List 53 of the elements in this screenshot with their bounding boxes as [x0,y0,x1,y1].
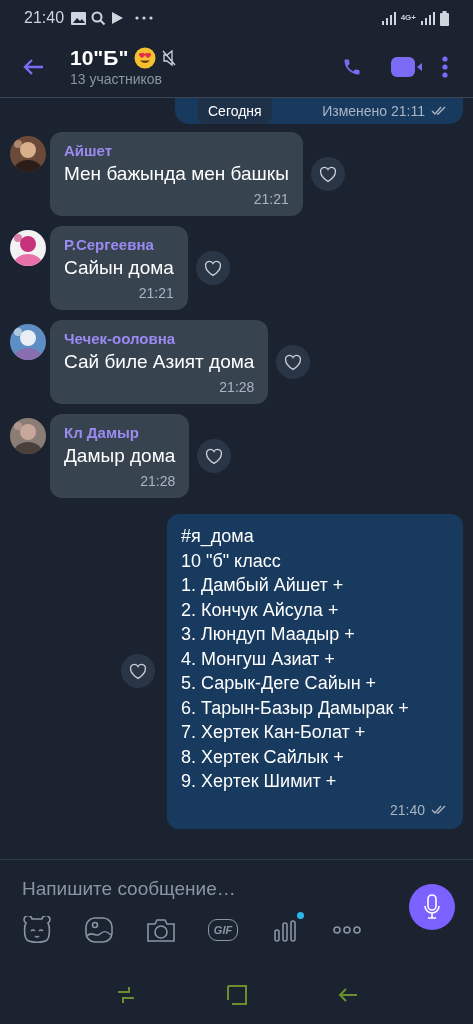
camera-icon [145,916,177,944]
image-icon [84,916,114,944]
gif-tool-button[interactable]: GIF [200,912,246,948]
message-text: Сайын дома [64,256,174,280]
image-icon [71,11,87,25]
home-square-icon [226,985,247,1005]
sender-name: Р.Сергеевна [64,235,155,255]
like-button[interactable] [195,251,230,285]
sender-name: Кл Дамыр [64,423,140,443]
message-time: 21:28 [140,472,176,491]
chat-title: 10"Б" [70,45,129,70]
bar-chart-icon [272,917,298,943]
like-button[interactable] [310,157,345,191]
microphone-icon [423,894,441,920]
recent-apps-icon [115,985,136,1005]
bear-face-icon [21,916,53,944]
video-camera-icon [391,56,423,77]
message-text: Сай биле Азият дома [64,350,255,374]
signal-icon [381,11,396,25]
voice-message-button[interactable] [409,884,455,930]
heart-icon [204,447,225,465]
message-time: 21:28 [219,378,255,397]
message-time: 21:21 [138,284,174,303]
heart-icon [128,662,148,681]
battery-icon [440,10,449,26]
back-arrow-icon [337,987,358,1003]
menu-icon [442,55,448,78]
more-icon [333,926,361,934]
message-text: Дамыр дома [64,444,176,468]
like-button[interactable] [121,654,155,689]
heart-icon [317,165,338,183]
heart-icon [202,259,223,277]
gif-label: GIF [207,919,239,941]
participants-count: 13 участников [70,69,163,88]
search-icon [91,10,107,26]
status-time: 21:40 [24,8,65,28]
signal-icon [421,11,435,25]
network-type: 4G+ [400,14,416,22]
edited-time: Изменено 21:11 [322,101,425,121]
back-arrow-icon [22,57,44,76]
more-icon [135,16,154,20]
message-time: 21:40 [389,800,425,820]
like-button[interactable] [276,345,311,379]
heart-eyes-emoji-icon [134,46,157,69]
sender-name: Айшет [64,141,114,161]
message-text: Мен бажында мен башкы [64,162,289,186]
sender-name: Чечек-ооловна [64,329,177,349]
message-text: #я_дома 10 "б" класс 1. Дамбый Айшет + 2. Кончук Айсула + 3. Люндуп Маадыр + 4. Монгуш Азиат + 5. Сарык-Деге Сайын + 6. Тарын-Базыр Дамырак + 7. Хертек Кан-Болат + 8. Хертек Сайлык + 9. Хертек Шимит + [181,525,410,793]
message-input[interactable]: Напишите сообщение… [22,874,409,904]
like-button[interactable] [197,439,232,473]
message-time: 21:21 [253,190,289,209]
heart-icon [283,353,304,371]
play-store-icon [111,11,125,25]
